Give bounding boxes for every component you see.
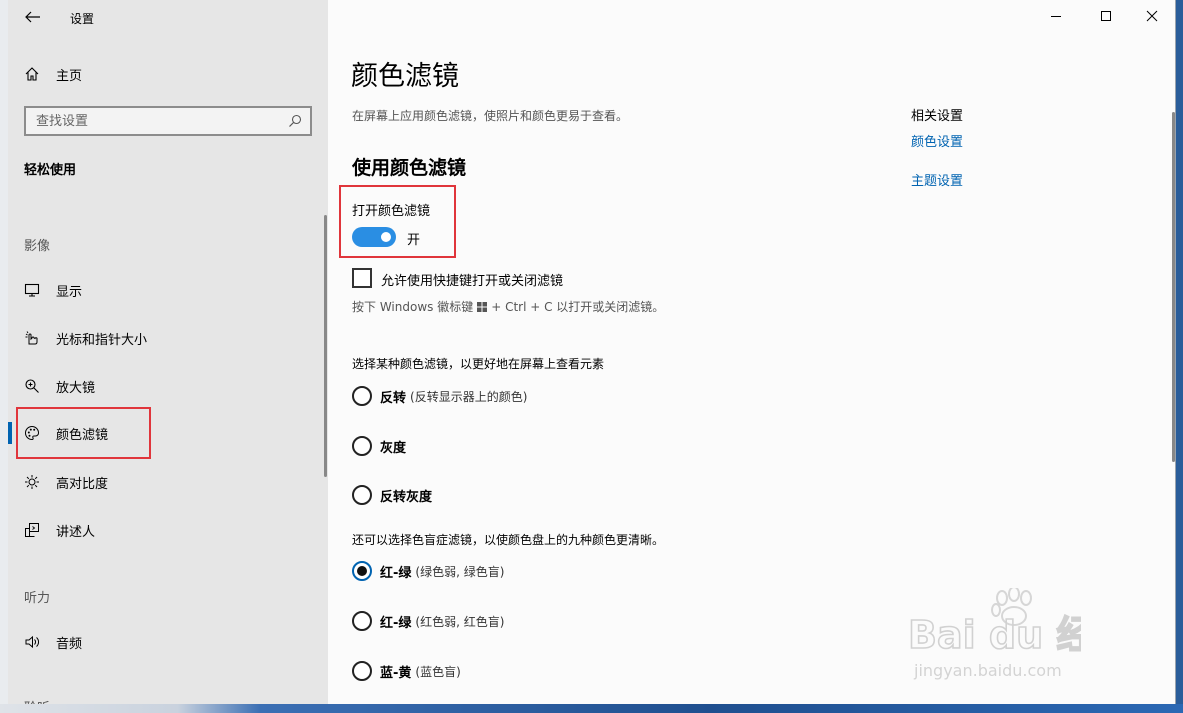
active-item-indicator (8, 422, 12, 444)
radio-name: 蓝-黄 (380, 665, 412, 681)
radio-button[interactable] (352, 386, 372, 406)
group-header-vision: 影像 (24, 239, 51, 254)
radio-button[interactable] (352, 436, 372, 456)
sidebar-item-narrator[interactable]: 讲述人 (24, 519, 95, 541)
maximize-button[interactable] (1092, 4, 1120, 28)
shortcut-hint-after: + Ctrl + C 以打开或关闭滤镜。 (491, 300, 665, 314)
desktop-background-bottom (0, 704, 1183, 713)
sidebar-item-label: 主页 (56, 68, 83, 84)
maximize-icon (1101, 11, 1111, 21)
shortcut-hint-before: 按下 Windows 徽标键 (352, 300, 474, 314)
baidu-jingyan-watermark: Bai du 经验 jingyan.baidu.com (907, 588, 1081, 680)
page-title: 颜色滤镜 (351, 61, 459, 92)
group-header-interaction: 聆听 (24, 697, 50, 704)
app-title: 设置 (70, 12, 95, 26)
windows-logo-icon (477, 301, 488, 312)
pointer-icon (24, 328, 56, 348)
home-icon (24, 64, 56, 84)
section-title: 轻松使用 (24, 163, 77, 178)
sidebar-item-label: 光标和指针大小 (56, 332, 148, 348)
magnifier-icon (24, 376, 56, 396)
content-scrollbar[interactable] (1172, 112, 1175, 462)
sidebar-scrollbar[interactable] (324, 215, 327, 477)
shortcut-checkbox-label[interactable]: 允许使用快捷键打开或关闭滤镜 (381, 270, 563, 289)
radio-detail: (红色弱, 红色盲) (415, 614, 505, 629)
sidebar-item-label: 高对比度 (56, 476, 109, 492)
search-icon[interactable] (288, 114, 302, 128)
filter-option-invert[interactable]: 反转 (反转显示器上的颜色) (352, 385, 527, 407)
radio-detail: (绿色弱, 绿色盲) (415, 564, 505, 579)
desktop-background-left (0, 0, 8, 713)
sidebar-item-high-contrast[interactable]: 高对比度 (24, 471, 108, 493)
speaker-icon (24, 632, 56, 652)
search-box[interactable] (24, 106, 312, 136)
annotation-highlight-box (16, 407, 151, 459)
monitor-icon (24, 280, 56, 300)
sidebar-item-label: 显示 (56, 284, 83, 300)
narrator-icon (24, 520, 56, 540)
close-button[interactable] (1138, 4, 1166, 28)
radio-button[interactable] (352, 661, 372, 681)
watermark-brand: Bai du 经验 (908, 613, 1081, 657)
radio-name: 红-绿 (380, 615, 412, 631)
radio-detail: (反转显示器上的颜色) (410, 389, 528, 404)
sidebar-item-label: 音频 (56, 636, 83, 652)
page-description: 在屏幕上应用颜色滤镜，使照片和颜色更易于查看。 (352, 109, 629, 123)
filter-choice-label: 选择某种颜色滤镜，以更好地在屏幕上查看元素 (352, 357, 605, 371)
filter-option-grayscale[interactable]: 灰度 (352, 435, 406, 457)
filter-option-inverted-grayscale[interactable]: 反转灰度 (352, 484, 432, 506)
close-icon (1146, 10, 1158, 22)
radio-name: 反转灰度 (380, 489, 433, 505)
minimize-icon (1051, 16, 1061, 17)
theme-settings-link[interactable]: 主题设置 (911, 170, 963, 189)
filter-option-tritanopia[interactable]: 蓝-黄 (蓝色盲) (352, 660, 461, 682)
colorblind-filter-label: 还可以选择色盲症滤镜，以使颜色盘上的九种颜色更清晰。 (352, 533, 665, 547)
radio-name: 红-绿 (380, 565, 412, 581)
search-input[interactable] (36, 113, 288, 129)
sidebar: 设置 主页 轻松使用 影像 (8, 0, 328, 704)
sidebar-item-home[interactable]: 主页 (24, 64, 82, 84)
sidebar-item-cursor[interactable]: 光标和指针大小 (24, 327, 147, 349)
section-heading: 使用颜色滤镜 (352, 157, 467, 179)
radio-button[interactable] (352, 485, 372, 505)
radio-detail: (蓝色盲) (415, 664, 461, 679)
sidebar-item-audio[interactable]: 音频 (24, 631, 82, 653)
watermark-url: jingyan.baidu.com (913, 661, 1062, 680)
minimize-button[interactable] (1042, 4, 1070, 28)
radio-button-checked[interactable] (352, 561, 372, 581)
brightness-icon (24, 472, 56, 492)
related-settings-heading: 相关设置 (911, 109, 964, 124)
filter-option-protanopia[interactable]: 红-绿 (红色弱, 红色盲) (352, 610, 504, 632)
radio-button[interactable] (352, 611, 372, 631)
back-button[interactable] (22, 8, 44, 26)
back-arrow-icon (25, 11, 40, 23)
sidebar-item-label: 讲述人 (56, 524, 96, 540)
shortcut-hint: 按下 Windows 徽标键 + Ctrl + C 以打开或关闭滤镜。 (352, 298, 664, 315)
radio-name: 反转 (380, 390, 407, 406)
annotation-highlight-box (339, 185, 456, 258)
sidebar-item-magnifier[interactable]: 放大镜 (24, 375, 95, 397)
sidebar-item-display[interactable]: 显示 (24, 279, 82, 301)
radio-name: 灰度 (380, 440, 407, 456)
filter-option-deuteranopia[interactable]: 红-绿 (绿色弱, 绿色盲) (352, 560, 504, 582)
shortcut-checkbox[interactable] (352, 268, 372, 288)
group-header-hearing: 听力 (24, 591, 51, 606)
color-settings-link[interactable]: 颜色设置 (911, 131, 963, 150)
sidebar-item-label: 放大镜 (56, 380, 96, 396)
settings-window: 设置 主页 轻松使用 影像 (8, 0, 1176, 704)
